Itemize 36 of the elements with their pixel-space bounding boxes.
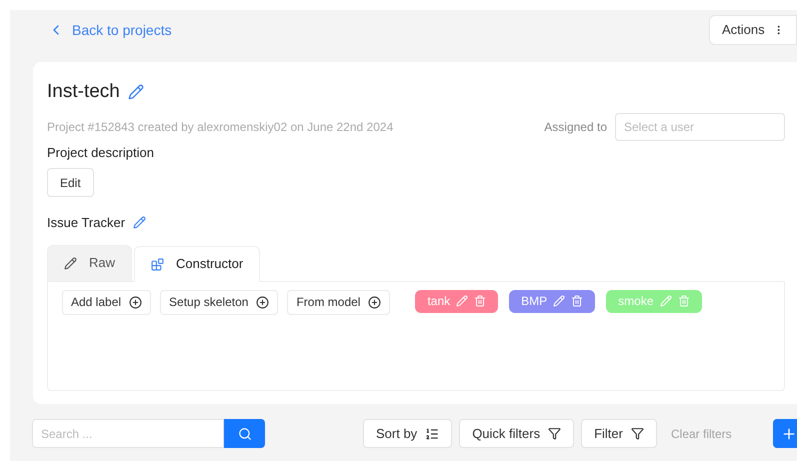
assigned-label: Assigned to bbox=[544, 118, 607, 136]
add-button[interactable] bbox=[773, 419, 797, 448]
add-icon bbox=[368, 296, 382, 308]
edit-icon[interactable] bbox=[128, 84, 144, 100]
quick-filters-button[interactable]: Quick filters bbox=[459, 419, 574, 448]
tab[interactable]: Constructor bbox=[134, 246, 260, 282]
edit-icon[interactable] bbox=[133, 216, 146, 230]
delete-icon[interactable] bbox=[474, 295, 486, 307]
filter-icon bbox=[548, 427, 562, 440]
constructor-button[interactable]: Setup skeleton bbox=[160, 290, 278, 314]
search-button[interactable] bbox=[224, 419, 265, 448]
filter-icon bbox=[630, 427, 644, 440]
search-field[interactable]: Search ... bbox=[32, 419, 224, 448]
constructor-button[interactable]: From model bbox=[287, 290, 390, 314]
project-meta: Project #152843 created by alexromenskiy02 on June 22nd 2024 bbox=[47, 118, 394, 136]
filter-button[interactable]: Filter bbox=[581, 419, 657, 448]
add-icon bbox=[256, 296, 270, 308]
list-icon bbox=[425, 426, 440, 440]
sort-button[interactable]: Sort by bbox=[363, 419, 452, 448]
search-icon bbox=[238, 426, 252, 440]
pencil-icon bbox=[64, 256, 77, 270]
label-name: tank bbox=[427, 293, 450, 310]
project-title: Inst-tech bbox=[47, 80, 120, 104]
add-icon bbox=[129, 296, 142, 308]
delete-icon[interactable] bbox=[571, 295, 584, 307]
blocks-icon bbox=[151, 258, 164, 270]
label-name: BMP bbox=[521, 293, 548, 310]
user-select-field[interactable]: Select a user bbox=[615, 112, 785, 140]
issue-tracker-label: Issue Tracker bbox=[47, 214, 126, 232]
actions-button[interactable]: Actions bbox=[709, 15, 797, 45]
plus-icon bbox=[781, 426, 797, 442]
label-name: smoke bbox=[618, 293, 654, 310]
description-label: Project description bbox=[47, 144, 155, 162]
constructor-button[interactable]: Add label bbox=[62, 290, 152, 314]
tab[interactable]: Raw bbox=[47, 244, 132, 280]
edit-button[interactable]: Edit bbox=[47, 168, 94, 197]
